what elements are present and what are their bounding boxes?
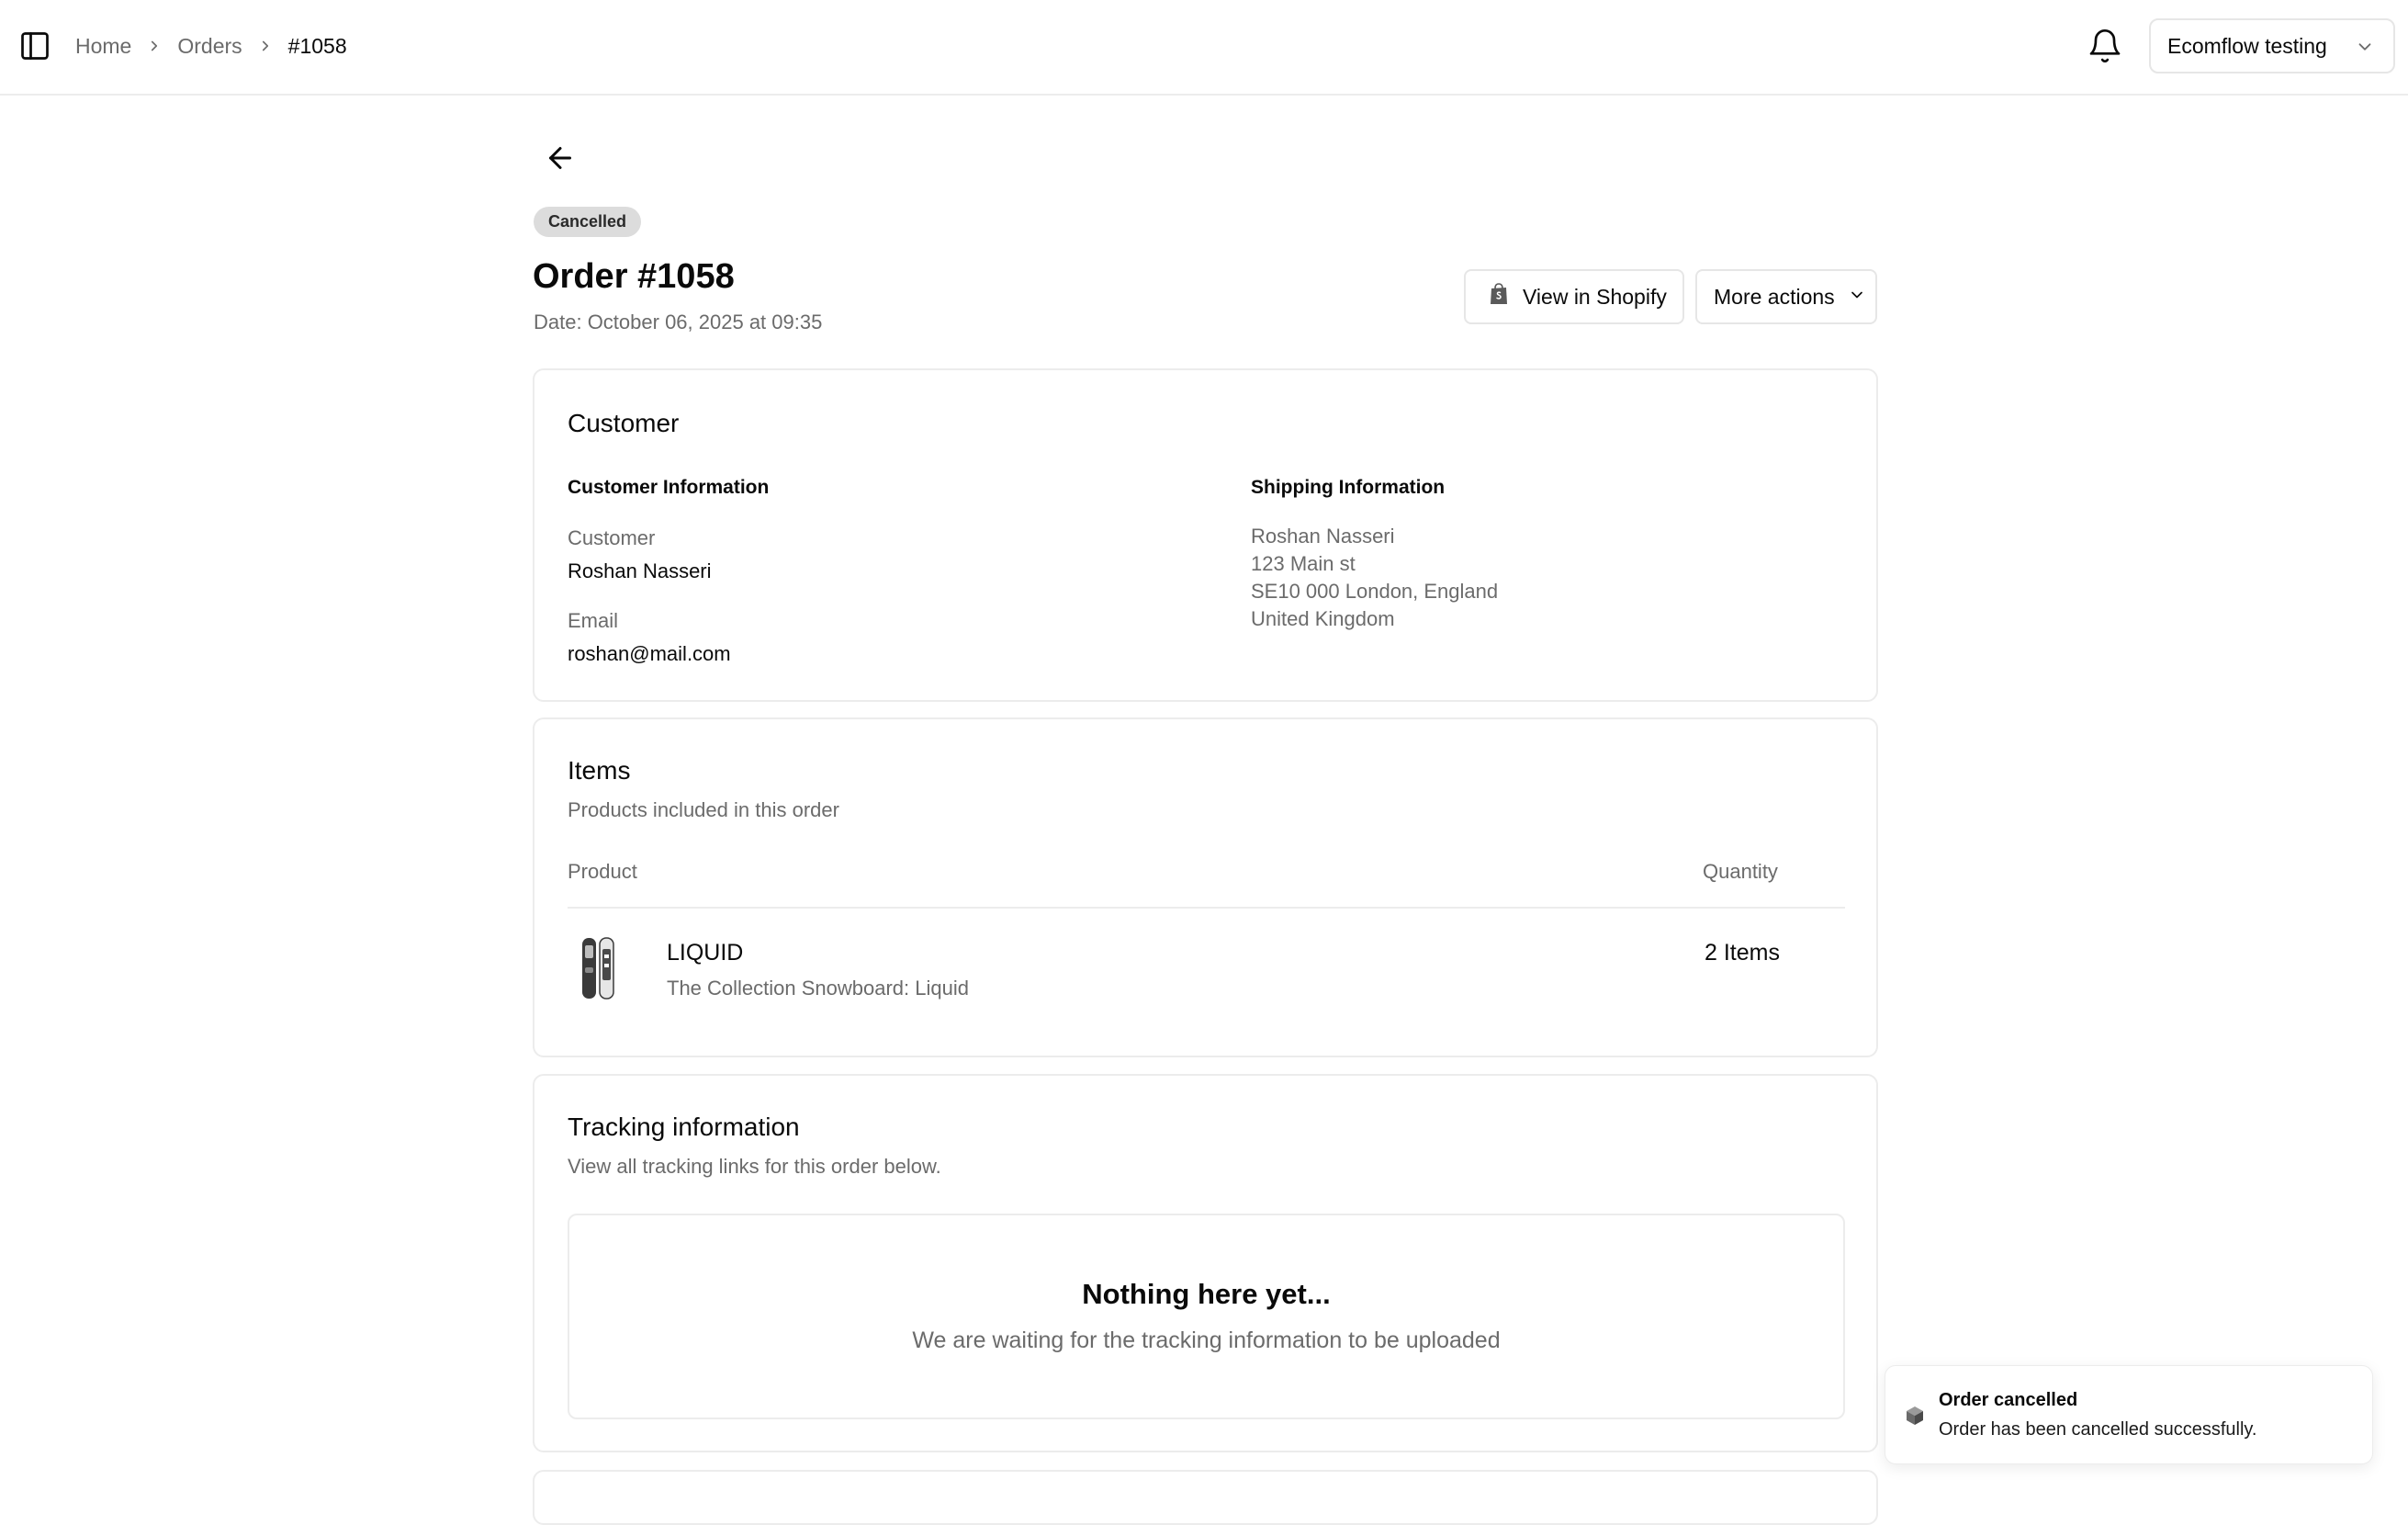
customer-label: Customer xyxy=(568,526,656,549)
customer-card-title: Customer xyxy=(568,409,680,437)
tracking-card: Tracking information View all tracking l… xyxy=(533,1074,1878,1452)
empty-state-title: Nothing here yet... xyxy=(1082,1278,1331,1310)
email-label: Email xyxy=(568,609,619,632)
view-in-shopify-button[interactable]: View in Shopify xyxy=(1464,269,1684,324)
toast-notification[interactable]: Order cancelled Order has been cancelled… xyxy=(1885,1365,2373,1464)
breadcrumb-home[interactable]: Home xyxy=(75,34,131,59)
breadcrumb-current: #1058 xyxy=(287,33,347,58)
tracking-card-title: Tracking information xyxy=(568,1113,800,1141)
more-actions-button[interactable]: More actions xyxy=(1695,269,1877,324)
tracking-card-subtitle: View all tracking links for this order b… xyxy=(568,1155,941,1178)
table-divider xyxy=(568,907,1845,909)
top-bar: Home Orders #1058 Ecomflow testing xyxy=(0,0,2408,96)
chevron-right-icon xyxy=(242,38,288,54)
shipping-line: SE10 000 London, England xyxy=(1251,580,1499,603)
sidebar-toggle-icon[interactable] xyxy=(18,29,51,62)
customer-card: Customer Customer Information Customer R… xyxy=(533,368,1878,702)
product-quantity: 2 Items xyxy=(1705,940,1780,966)
store-selector[interactable]: Ecomflow testing xyxy=(2149,18,2395,73)
column-header-quantity: Quantity xyxy=(1703,860,1778,883)
customer-email: roshan@mail.com xyxy=(568,642,731,665)
view-in-shopify-label: View in Shopify xyxy=(1523,284,1667,309)
empty-state-message: We are waiting for the tracking informat… xyxy=(912,1327,1501,1353)
next-card xyxy=(533,1470,1878,1525)
page-title: Order #1058 xyxy=(533,257,735,296)
more-actions-label: More actions xyxy=(1714,284,1835,309)
shipping-line: United Kingdom xyxy=(1251,607,1395,630)
tracking-empty-state: Nothing here yet... We are waiting for t… xyxy=(568,1214,1845,1419)
order-date: Date: October 06, 2025 at 09:35 xyxy=(534,311,823,333)
product-description: The Collection Snowboard: Liquid xyxy=(667,977,969,1000)
toast-title: Order cancelled xyxy=(1939,1390,2078,1410)
store-name: Ecomflow testing xyxy=(2167,33,2327,58)
bell-icon[interactable] xyxy=(2087,28,2123,64)
chevron-down-icon xyxy=(1848,285,1866,310)
column-header-product: Product xyxy=(568,860,637,883)
shipping-address: Roshan Nasseri 123 Main st SE10 000 Lond… xyxy=(1251,523,1498,633)
snowboard-thumbnail xyxy=(580,936,615,1000)
back-button[interactable] xyxy=(544,141,577,175)
shipping-information-heading: Shipping Information xyxy=(1251,477,1446,498)
customer-information-heading: Customer Information xyxy=(568,477,770,498)
shipping-line: 123 Main st xyxy=(1251,552,1356,575)
items-card-subtitle: Products included in this order xyxy=(568,798,839,821)
items-card-title: Items xyxy=(568,756,631,785)
customer-name: Roshan Nasseri xyxy=(568,559,712,582)
package-icon xyxy=(1904,1405,1926,1427)
chevron-right-icon xyxy=(131,38,177,54)
breadcrumb-orders[interactable]: Orders xyxy=(177,34,242,59)
product-name: LIQUID xyxy=(667,940,744,966)
toast-message: Order has been cancelled successfully. xyxy=(1939,1419,2257,1440)
status-badge: Cancelled xyxy=(534,207,642,237)
arrow-left-icon xyxy=(544,147,577,178)
shopify-bag-icon xyxy=(1488,282,1510,311)
breadcrumb: Home Orders #1058 xyxy=(75,31,347,61)
chevron-down-icon xyxy=(2355,37,2375,62)
shipping-line: Roshan Nasseri xyxy=(1251,525,1395,548)
items-card: Items Products included in this order Pr… xyxy=(533,717,1878,1057)
